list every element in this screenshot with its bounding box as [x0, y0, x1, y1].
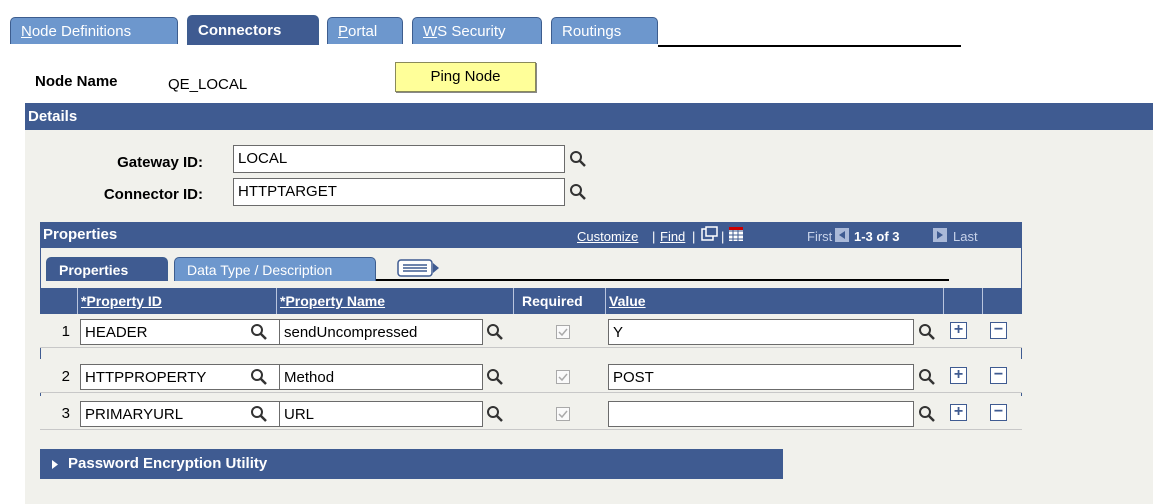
tab-routings[interactable]: Routings: [551, 17, 658, 44]
tab-connectors-label: Connectors: [198, 22, 282, 39]
tab-node-definitions[interactable]: Node Definitions: [10, 17, 178, 44]
subtab-data-type-description[interactable]: Data Type / Description: [174, 257, 376, 281]
password-encryption-section[interactable]: Password Encryption Utility: [40, 449, 783, 479]
minus-icon[interactable]: −: [990, 367, 1007, 384]
triangle-right-icon: [52, 460, 58, 469]
row-number: 3: [61, 405, 70, 422]
minus-icon[interactable]: −: [990, 404, 1007, 421]
value-input[interactable]: Y: [608, 319, 914, 345]
minus-icon[interactable]: −: [990, 322, 1007, 339]
expand-all-icon[interactable]: [397, 259, 439, 277]
col-required: Required: [514, 288, 606, 314]
property-name-input[interactable]: URL: [279, 401, 483, 427]
search-icon[interactable]: [486, 405, 504, 423]
search-icon[interactable]: [918, 368, 936, 386]
gateway-id-label: Gateway ID:: [117, 154, 203, 171]
gateway-id-input[interactable]: LOCAL: [233, 145, 565, 173]
arrow-left-icon[interactable]: [835, 228, 849, 242]
node-name-value: QE_LOCAL: [168, 76, 248, 93]
search-icon[interactable]: [250, 405, 268, 423]
col-add: [944, 288, 983, 314]
connector-id-input[interactable]: HTTPTARGET: [233, 178, 565, 206]
details-header: Details: [25, 103, 1153, 130]
plus-icon[interactable]: +: [950, 367, 967, 384]
search-icon[interactable]: [569, 183, 587, 201]
row-range: 1-3 of 3: [854, 229, 900, 244]
grid-download-icon[interactable]: [728, 226, 744, 242]
nav-separator: |: [652, 229, 656, 244]
table-row: 1 HEADER sendUncompressed Y + −: [40, 314, 1022, 348]
value-input[interactable]: POST: [608, 364, 914, 390]
page-tab-bar: Node Definitions Connectors Portal WS Se…: [0, 10, 1154, 50]
tab-portal[interactable]: Portal: [327, 17, 403, 44]
search-icon[interactable]: [486, 368, 504, 386]
tab-underline: [658, 45, 961, 47]
required-checkbox: [556, 370, 570, 384]
plus-icon[interactable]: +: [950, 322, 967, 339]
table-row: 3 PRIMARYURL URL + −: [40, 396, 1022, 430]
last-label: Last: [953, 229, 978, 244]
tab-ws-security-label: WS Security: [423, 23, 506, 40]
search-icon[interactable]: [918, 323, 936, 341]
search-icon[interactable]: [569, 150, 587, 168]
row-number: 2: [61, 368, 70, 385]
arrow-right-icon[interactable]: [933, 228, 947, 242]
tab-node-definitions-label: Node Definitions: [21, 23, 132, 40]
search-icon[interactable]: [250, 368, 268, 386]
property-name-input[interactable]: Method: [279, 364, 483, 390]
zoom-icon[interactable]: [701, 226, 718, 243]
plus-icon[interactable]: +: [950, 404, 967, 421]
first-label: First: [807, 229, 833, 244]
required-checkbox: [556, 407, 570, 421]
tab-routings-label: Routings: [562, 23, 622, 40]
subtab-underline: [376, 279, 949, 281]
value-input[interactable]: [608, 401, 914, 427]
col-delete: [983, 288, 1022, 314]
required-checkbox: [556, 325, 570, 339]
find-link[interactable]: Find: [660, 229, 685, 244]
node-name-label: Node Name: [35, 73, 118, 90]
properties-grid-title: Properties: [43, 226, 118, 243]
col-property-id[interactable]: *Property ID: [78, 288, 277, 314]
subtab-properties[interactable]: Properties: [46, 257, 168, 281]
search-icon[interactable]: [250, 323, 268, 341]
properties-grid-header: Properties Customize | Find | | First 1-…: [40, 222, 1022, 248]
nav-separator: |: [692, 229, 696, 244]
customize-link[interactable]: Customize: [577, 229, 638, 244]
property-name-input[interactable]: sendUncompressed: [279, 319, 483, 345]
col-value[interactable]: Value: [606, 288, 944, 314]
password-encryption-title: Password Encryption Utility: [68, 455, 268, 472]
col-property-name[interactable]: *Property Name: [277, 288, 514, 314]
nav-separator: |: [721, 229, 725, 244]
tab-ws-security[interactable]: WS Security: [412, 17, 542, 44]
tab-portal-label: Portal: [338, 23, 378, 40]
connector-id-label: Connector ID:: [103, 186, 203, 203]
tab-connectors[interactable]: Connectors: [187, 15, 319, 45]
search-icon[interactable]: [918, 405, 936, 423]
search-icon[interactable]: [486, 323, 504, 341]
table-row: 2 HTTPPROPERTY Method POST + −: [40, 359, 1022, 393]
row-number: 1: [61, 323, 70, 340]
ping-node-button[interactable]: Ping Node: [395, 62, 536, 92]
col-rownum: [40, 288, 78, 314]
